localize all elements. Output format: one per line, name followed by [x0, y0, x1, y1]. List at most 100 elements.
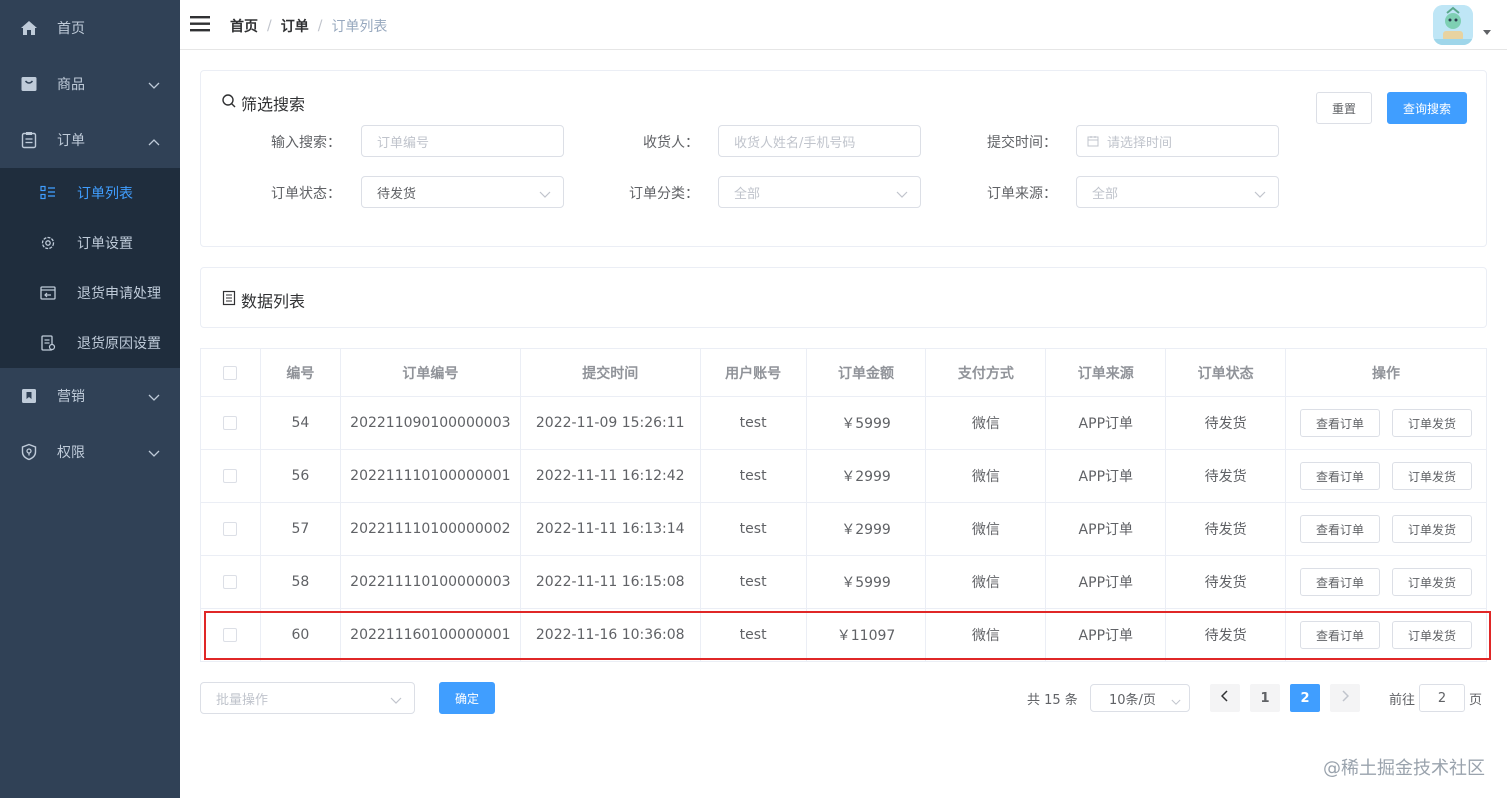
- column-header: 用户账号: [699, 348, 807, 397]
- calendar-icon: [1087, 135, 1099, 147]
- cell-source: APP订单: [1045, 396, 1167, 450]
- goto-label: 前往: [1389, 693, 1416, 708]
- breadcrumb: 首页 / 订单 / 订单列表: [230, 16, 387, 36]
- cell-status: 待发货: [1165, 449, 1287, 503]
- chevron-down-icon: [390, 694, 402, 709]
- order-source-label: 订单来源：: [987, 186, 1057, 202]
- order-category-select[interactable]: 全部: [718, 176, 921, 208]
- navbar: 首页 / 订单 / 订单列表: [180, 0, 1507, 50]
- sidebar-item-home[interactable]: 首页: [0, 0, 180, 56]
- cell-user: test: [699, 396, 807, 450]
- row-checkbox[interactable]: [223, 469, 238, 483]
- chevron-up-icon: [148, 134, 160, 150]
- sidebar-item-label: 订单: [57, 133, 85, 149]
- caret-down-icon[interactable]: [1483, 30, 1491, 35]
- page-size-select[interactable]: 10条/页: [1090, 684, 1190, 712]
- search-button[interactable]: 查询搜索: [1387, 92, 1467, 124]
- breadcrumb-order-list: 订单列表: [331, 19, 388, 35]
- shield-icon: [20, 443, 38, 461]
- row-checkbox[interactable]: [223, 575, 238, 589]
- reset-button[interactable]: 重置: [1316, 92, 1372, 124]
- view-order-button[interactable]: 查看订单: [1300, 568, 1381, 596]
- batch-operation-select[interactable]: 批量操作: [200, 682, 415, 714]
- cell-id: 54: [259, 396, 341, 450]
- chevron-left-icon: [1220, 690, 1229, 706]
- view-order-button[interactable]: 查看订单: [1300, 409, 1381, 437]
- view-order-button[interactable]: 查看订单: [1300, 515, 1381, 543]
- ship-order-button[interactable]: 订单发货: [1392, 409, 1473, 437]
- cell-pay: 微信: [925, 555, 1047, 609]
- cell-amount: ￥5999: [805, 396, 927, 450]
- view-order-button[interactable]: 查看订单: [1300, 621, 1381, 649]
- table-row: 58 202211110100000003 2022-11-11 16:15:0…: [200, 555, 1487, 609]
- cell-id: 57: [259, 502, 341, 556]
- ship-order-button[interactable]: 订单发货: [1392, 621, 1473, 649]
- row-checkbox[interactable]: [223, 522, 238, 536]
- cell-amount: ￥2999: [805, 502, 927, 556]
- sidebar-item-order-list[interactable]: 订单列表: [0, 168, 180, 218]
- sidebar-item-order[interactable]: 订单: [0, 112, 180, 168]
- order-status-select[interactable]: 待发货: [361, 176, 564, 208]
- cell-order-no: 202211110100000003: [339, 555, 521, 609]
- column-header: 操作: [1285, 348, 1487, 397]
- cell-pay: 微信: [925, 396, 1047, 450]
- search-icon: [221, 93, 241, 113]
- chevron-down-icon: [148, 446, 160, 462]
- hamburger-menu-icon[interactable]: [190, 14, 212, 34]
- cell-id: 58: [259, 555, 341, 609]
- avatar[interactable]: [1433, 5, 1473, 45]
- cell-status: 待发货: [1165, 502, 1287, 556]
- breadcrumb-order[interactable]: 订单: [281, 16, 309, 36]
- ship-order-button[interactable]: 订单发货: [1392, 568, 1473, 596]
- page-size-value: 10条/页: [1109, 692, 1156, 708]
- sidebar-item-order-settings[interactable]: 订单设置: [0, 218, 180, 268]
- row-checkbox[interactable]: [223, 628, 238, 642]
- goto-page-input[interactable]: 2: [1419, 684, 1465, 712]
- pagination-total: 共 15 条: [1027, 693, 1078, 708]
- column-header: 提交时间: [519, 348, 701, 397]
- sidebar-item-return-requests[interactable]: 退货申请处理: [0, 268, 180, 318]
- prev-page-button[interactable]: [1210, 684, 1240, 712]
- cell-actions: 查看订单 订单发货: [1285, 502, 1487, 556]
- order-submenu: 订单列表 订单设置 退货申请处理 退货原因设置: [0, 168, 180, 368]
- row-checkbox[interactable]: [223, 416, 238, 430]
- ship-order-button[interactable]: 订单发货: [1392, 515, 1473, 543]
- cell-order-no: 202211090100000003: [339, 396, 521, 450]
- select-all-checkbox[interactable]: [223, 365, 238, 380]
- cell-user: test: [699, 608, 807, 662]
- ship-order-button[interactable]: 订单发货: [1392, 462, 1473, 490]
- batch-operation-placeholder: 批量操作: [216, 692, 269, 708]
- keyword-input[interactable]: 订单编号: [361, 125, 564, 157]
- sidebar-item-label: 营销: [57, 389, 85, 405]
- view-order-button[interactable]: 查看订单: [1300, 462, 1381, 490]
- page-button-1[interactable]: 1: [1250, 684, 1280, 712]
- sidebar-item-product[interactable]: 商品: [0, 56, 180, 112]
- submit-time-picker[interactable]: 请选择时间: [1076, 125, 1279, 157]
- order-category-placeholder: 全部: [734, 186, 761, 202]
- cell-actions: 查看订单 订单发货: [1285, 449, 1487, 503]
- home-icon: [20, 19, 38, 37]
- column-header: 订单来源: [1045, 348, 1167, 397]
- receiver-input[interactable]: 收货人姓名/手机号码: [718, 125, 921, 157]
- cell-order-no: 202211160100000001: [339, 608, 521, 662]
- sidebar-item-permission[interactable]: 权限: [0, 424, 180, 480]
- order-source-select[interactable]: 全部: [1076, 176, 1279, 208]
- chevron-down-icon: [148, 390, 160, 406]
- cell-actions: 查看订单 订单发货: [1285, 555, 1487, 609]
- cell-amount: ￥2999: [805, 449, 927, 503]
- next-page-button[interactable]: [1330, 684, 1360, 712]
- cell-source: APP订单: [1045, 502, 1167, 556]
- batch-confirm-button[interactable]: 确定: [439, 682, 495, 714]
- data-list-card: 数据列表: [200, 267, 1487, 328]
- order-category-label: 订单分类：: [629, 186, 699, 202]
- chevron-down-icon: [539, 188, 551, 203]
- page-button-2[interactable]: 2: [1290, 684, 1320, 712]
- list-icon: [221, 290, 241, 310]
- cell-time: 2022-11-16 10:36:08: [519, 608, 701, 662]
- sidebar-item-return-reasons[interactable]: 退货原因设置: [0, 318, 180, 368]
- order-status-label: 订单状态：: [271, 186, 341, 202]
- breadcrumb-home[interactable]: 首页: [230, 16, 258, 36]
- sidebar-item-marketing[interactable]: 营销: [0, 368, 180, 424]
- cell-user: test: [699, 555, 807, 609]
- cell-pay: 微信: [925, 608, 1047, 662]
